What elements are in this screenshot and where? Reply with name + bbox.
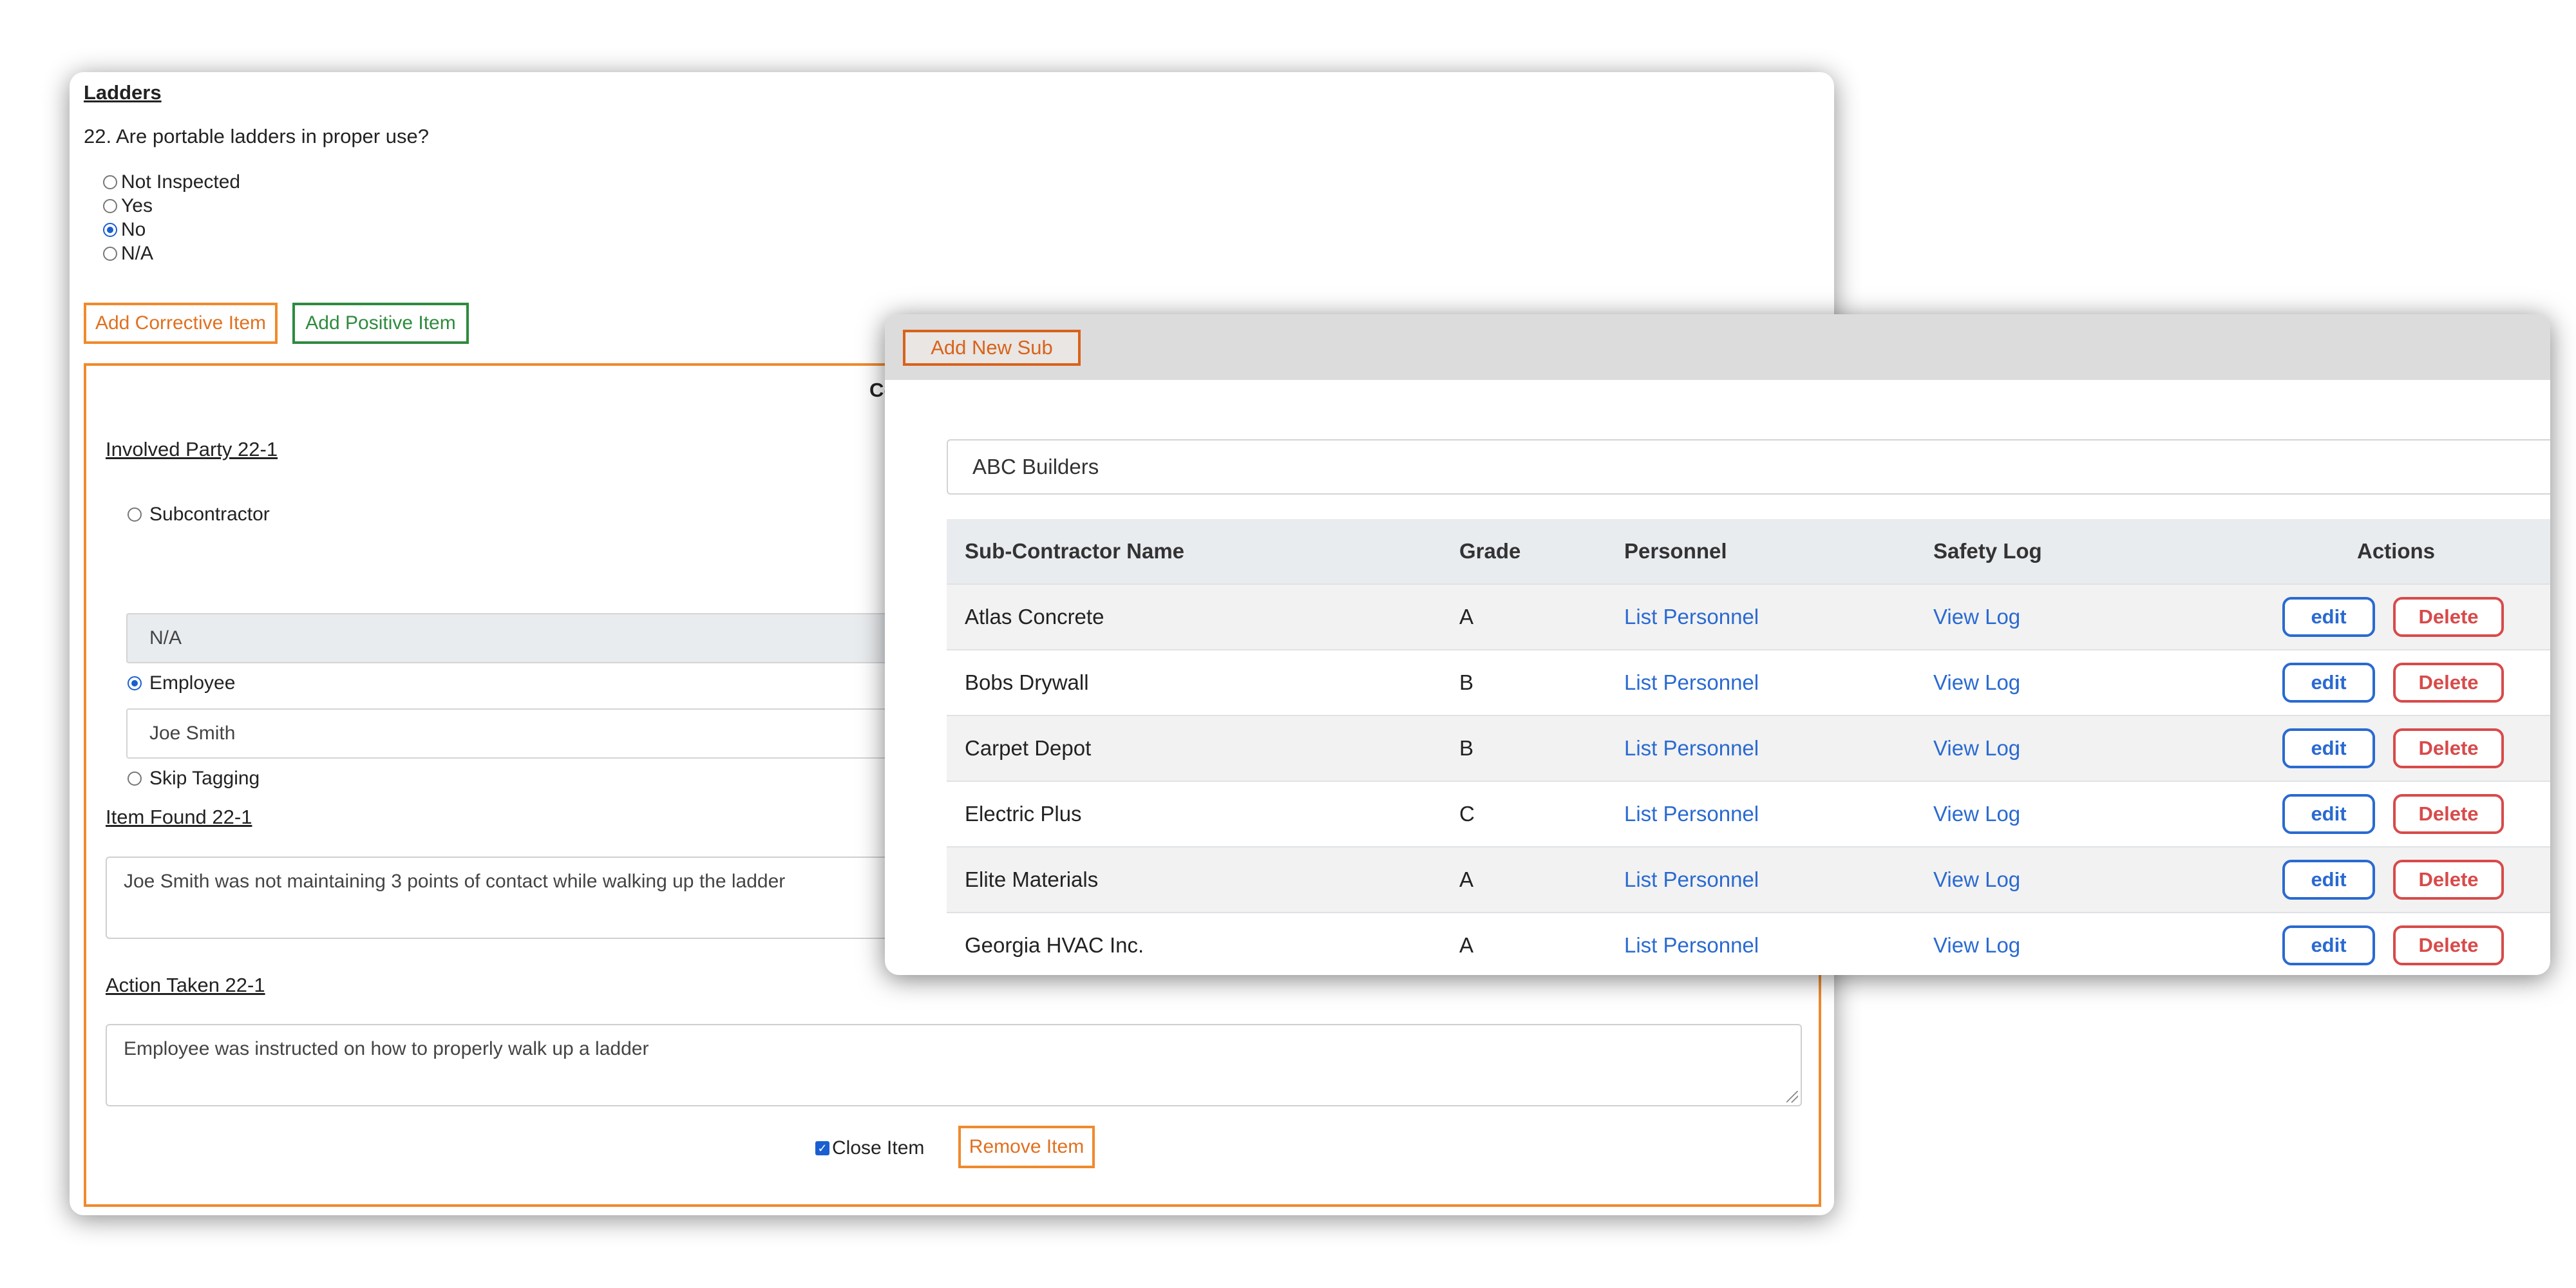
- item-found-label: Item Found 22-1: [106, 806, 252, 828]
- radio-button[interactable]: [128, 507, 142, 522]
- table-header-row: Sub-Contractor Name Grade Personnel Safe…: [947, 519, 2550, 583]
- edit-button[interactable]: edit: [2282, 925, 2375, 965]
- table-row: Georgia HVAC Inc. A List Personnel View …: [947, 912, 2550, 975]
- table-row: Atlas Concrete A List Personnel View Log…: [947, 583, 2550, 649]
- edit-button[interactable]: edit: [2282, 728, 2375, 768]
- cell-name: Electric Plus: [965, 802, 1082, 826]
- delete-button[interactable]: Delete: [2393, 860, 2504, 900]
- cell-grade: B: [1459, 670, 1474, 694]
- cell-grade: B: [1459, 736, 1474, 760]
- radio-option-employee[interactable]: Employee: [128, 672, 235, 694]
- cell-grade: A: [1459, 933, 1474, 957]
- cell-grade: C: [1459, 802, 1475, 826]
- radio-option-na[interactable]: N/A: [103, 242, 240, 265]
- close-item-label: Close Item: [832, 1137, 925, 1159]
- radio-button[interactable]: [103, 175, 117, 189]
- close-item-checkbox-row[interactable]: ✓ Close Item: [815, 1137, 924, 1159]
- edit-button[interactable]: edit: [2282, 597, 2375, 637]
- radio-label: Not Inspected: [121, 171, 241, 193]
- column-header-personnel[interactable]: Personnel: [1624, 539, 1727, 564]
- subcontractor-table: Sub-Contractor Name Grade Personnel Safe…: [947, 519, 2550, 975]
- delete-button[interactable]: Delete: [2393, 663, 2504, 703]
- cell-grade: A: [1459, 605, 1474, 629]
- view-log-link[interactable]: View Log: [1933, 867, 2020, 892]
- resize-handle-icon[interactable]: [1786, 1091, 1798, 1103]
- radio-button-selected[interactable]: [103, 222, 117, 237]
- radio-button[interactable]: [128, 772, 142, 786]
- radio-label: Skip Tagging: [149, 768, 260, 789]
- list-personnel-link[interactable]: List Personnel: [1624, 670, 1759, 695]
- view-log-link[interactable]: View Log: [1933, 933, 2020, 958]
- delete-button[interactable]: Delete: [2393, 925, 2504, 965]
- employee-field[interactable]: Joe Smith: [126, 708, 963, 759]
- edit-button[interactable]: edit: [2282, 663, 2375, 703]
- radio-option-skip-tagging[interactable]: Skip Tagging: [128, 768, 260, 790]
- delete-button[interactable]: Delete: [2393, 794, 2504, 834]
- action-taken-label: Action Taken 22-1: [106, 974, 265, 996]
- subcontractor-search-input[interactable]: ABC Builders: [947, 439, 2550, 495]
- radio-label: Employee: [149, 672, 236, 694]
- radio-button[interactable]: [103, 198, 117, 213]
- inspection-radio-group: Not Inspected Yes No N/A: [103, 170, 240, 265]
- action-taken-textarea[interactable]: Employee was instructed on how to proper…: [106, 1024, 1802, 1106]
- list-personnel-link[interactable]: List Personnel: [1624, 867, 1759, 892]
- action-taken-text: Employee was instructed on how to proper…: [124, 1038, 649, 1059]
- section-title: Ladders: [84, 81, 162, 104]
- add-positive-item-button[interactable]: Add Positive Item: [292, 303, 469, 344]
- remove-item-button[interactable]: Remove Item: [958, 1126, 1095, 1168]
- view-log-link[interactable]: View Log: [1933, 802, 2020, 826]
- view-log-link[interactable]: View Log: [1933, 736, 2020, 761]
- add-new-sub-button[interactable]: Add New Sub: [903, 330, 1081, 366]
- view-log-link[interactable]: View Log: [1933, 670, 2020, 695]
- delete-button[interactable]: Delete: [2393, 728, 2504, 768]
- edit-button[interactable]: edit: [2282, 860, 2375, 900]
- cell-name: Bobs Drywall: [965, 670, 1089, 694]
- delete-button[interactable]: Delete: [2393, 597, 2504, 637]
- table-row: Bobs Drywall B List Personnel View Log e…: [947, 649, 2550, 715]
- table-row: Elite Materials A List Personnel View Lo…: [947, 846, 2550, 912]
- list-personnel-link[interactable]: List Personnel: [1624, 736, 1759, 761]
- list-personnel-link[interactable]: List Personnel: [1624, 802, 1759, 826]
- column-header-name[interactable]: Sub-Contractor Name: [965, 539, 1184, 564]
- radio-button[interactable]: [103, 246, 117, 261]
- list-personnel-link[interactable]: List Personnel: [1624, 605, 1759, 629]
- radio-label: N/A: [121, 242, 154, 264]
- involved-party-label: Involved Party 22-1: [106, 438, 278, 460]
- radio-option-yes[interactable]: Yes: [103, 194, 240, 218]
- list-personnel-link[interactable]: List Personnel: [1624, 933, 1759, 958]
- subcontractor-field[interactable]: N/A: [126, 613, 963, 663]
- column-header-safety-log[interactable]: Safety Log: [1933, 539, 2042, 564]
- radio-option-no[interactable]: No: [103, 218, 240, 242]
- table-row: Electric Plus C List Personnel View Log …: [947, 781, 2550, 846]
- cell-name: Carpet Depot: [965, 736, 1092, 760]
- cell-name: Atlas Concrete: [965, 605, 1104, 629]
- radio-label: Yes: [121, 194, 153, 216]
- question-text: 22. Are portable ladders in proper use?: [84, 125, 429, 147]
- radio-label: No: [121, 218, 146, 240]
- view-log-link[interactable]: View Log: [1933, 605, 2020, 629]
- subcontractors-panel: Add New Sub ABC Builders Sub-Contractor …: [885, 314, 2550, 975]
- add-corrective-item-button[interactable]: Add Corrective Item: [84, 303, 278, 344]
- panel-header: Add New Sub: [885, 314, 2550, 380]
- cell-grade: A: [1459, 867, 1474, 891]
- cell-name: Georgia HVAC Inc.: [965, 933, 1144, 957]
- column-header-actions: Actions: [2357, 539, 2436, 563]
- radio-option-not-inspected[interactable]: Not Inspected: [103, 170, 240, 194]
- item-found-textarea[interactable]: Joe Smith was not maintaining 3 points o…: [106, 857, 969, 939]
- table-row: Carpet Depot B List Personnel View Log e…: [947, 715, 2550, 781]
- column-header-grade[interactable]: Grade: [1459, 539, 1520, 564]
- cell-name: Elite Materials: [965, 867, 1099, 891]
- checkbox-checked-icon[interactable]: ✓: [815, 1141, 829, 1155]
- radio-option-subcontractor[interactable]: Subcontractor: [128, 504, 270, 526]
- radio-button-selected[interactable]: [128, 676, 142, 690]
- edit-button[interactable]: edit: [2282, 794, 2375, 834]
- radio-label: Subcontractor: [149, 504, 270, 525]
